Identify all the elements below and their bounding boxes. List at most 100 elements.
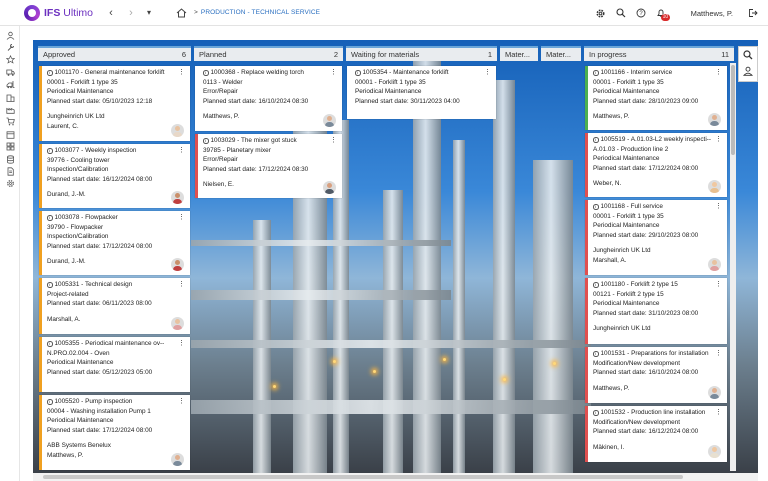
wrench-icon: [7, 44, 14, 51]
sidebar-item-transport[interactable]: [0, 79, 20, 91]
back-button[interactable]: ‹: [104, 7, 118, 19]
column-header-approved[interactable]: Approved 6: [38, 46, 191, 61]
settings-button[interactable]: [594, 6, 608, 20]
work-order-card[interactable]: i 1003078 - Flowpacker 39790 - Flowpacker…: [39, 211, 190, 275]
work-order-card[interactable]: i 1005520 - Pump inspection 00004 - Washi…: [39, 395, 190, 470]
info-icon[interactable]: i: [593, 410, 599, 416]
info-icon[interactable]: i: [203, 70, 209, 76]
info-icon[interactable]: i: [47, 70, 53, 76]
column-header-in-progress[interactable]: In progress 11: [584, 46, 734, 61]
history-dropdown[interactable]: ▾: [142, 8, 156, 17]
work-order-card[interactable]: i 1001168 - Full service 00001 - Forklift…: [585, 200, 727, 275]
sidebar-item-assets[interactable]: [0, 66, 20, 78]
card-line: 00001 - Forklift 1 type 35: [593, 78, 664, 86]
sidebar-item-persons[interactable]: [0, 29, 20, 41]
work-order-card[interactable]: i 1003077 - Weekly inspection 39776 - Coo…: [39, 144, 190, 208]
info-icon[interactable]: i: [593, 137, 599, 143]
info-icon[interactable]: i: [47, 399, 53, 405]
info-icon[interactable]: i: [47, 282, 53, 288]
forward-button[interactable]: ›: [124, 7, 138, 19]
info-icon[interactable]: i: [593, 351, 599, 357]
work-order-card[interactable]: i 1001531 - Preparations for installation…: [585, 347, 727, 403]
kebab-icon[interactable]: ⋮: [715, 69, 722, 76]
card-date: Planned start date: 17/12/2024 08:00: [593, 164, 699, 172]
kebab-icon[interactable]: ⋮: [330, 69, 337, 76]
work-order-card[interactable]: i 1005355 - Periodical maintenance ov-- N…: [39, 337, 190, 392]
work-order-card[interactable]: i 1001166 - Interim service 00001 - Forkl…: [585, 66, 727, 130]
work-order-card[interactable]: i 1001180 - Forklift 2 type 15 00121 - Fo…: [585, 278, 727, 344]
sidebar-item-factory[interactable]: [0, 103, 20, 115]
kebab-icon[interactable]: ⋮: [178, 398, 185, 405]
card-line: Error/Repair: [203, 156, 238, 164]
person-icon: [6, 31, 14, 40]
scrollbar-thumb[interactable]: [731, 65, 735, 155]
home-button[interactable]: [174, 7, 188, 19]
sidebar-item-database[interactable]: [0, 153, 20, 165]
kebab-icon[interactable]: ⋮: [178, 214, 185, 221]
work-order-card[interactable]: i 1001532 - Production line installation …: [585, 406, 727, 462]
logout-button[interactable]: [746, 6, 760, 20]
search-button[interactable]: [614, 6, 628, 20]
card-line: Periodical Maintenance: [47, 88, 114, 96]
info-icon[interactable]: i: [593, 204, 599, 210]
info-icon[interactable]: i: [47, 215, 53, 221]
work-order-card[interactable]: i 1005519 - A.01.03-L2 weekly inspecti-- …: [585, 133, 727, 197]
board-person-filter-button[interactable]: [739, 63, 757, 79]
vertical-scrollbar[interactable]: [730, 63, 736, 471]
work-order-card[interactable]: i 1001170 - General maintenance forklift …: [39, 66, 190, 141]
kebab-icon[interactable]: ⋮: [178, 281, 185, 288]
card-person: Matthews, P.: [203, 113, 240, 121]
sidebar-item-dashboard[interactable]: [0, 141, 20, 153]
kebab-icon[interactable]: ⋮: [178, 340, 185, 347]
kebab-icon[interactable]: ⋮: [484, 69, 491, 76]
sidebar-item-settings[interactable]: [0, 178, 20, 190]
user-menu[interactable]: Matthews, P.: [691, 9, 733, 18]
kebab-icon[interactable]: ⋮: [178, 147, 185, 154]
work-order-card[interactable]: i 1003029 - The mixer got stuck 39785 - P…: [195, 134, 342, 198]
column-header-materials-1[interactable]: Mater...: [500, 46, 538, 61]
info-icon[interactable]: i: [593, 282, 599, 288]
breadcrumb[interactable]: PRODUCTION - TECHNICAL SERVICE: [201, 9, 320, 16]
sidebar-item-tools[interactable]: [0, 41, 20, 53]
app-logo[interactable]: IFS Ultimo: [24, 4, 104, 21]
scrollbar-thumb[interactable]: [43, 475, 683, 479]
kebab-icon[interactable]: ⋮: [715, 136, 722, 143]
kebab-icon[interactable]: ⋮: [715, 409, 722, 416]
kebab-icon[interactable]: ⋮: [715, 203, 722, 210]
info-icon[interactable]: i: [47, 148, 53, 154]
column-header-waiting[interactable]: Waiting for materials 1: [346, 46, 497, 61]
kebab-icon[interactable]: ⋮: [178, 69, 185, 76]
kebab-icon[interactable]: ⋮: [715, 350, 722, 357]
horizontal-scrollbar[interactable]: [33, 473, 758, 481]
column-header-planned[interactable]: Planned 2: [194, 46, 343, 61]
info-icon[interactable]: i: [203, 138, 209, 144]
work-order-card[interactable]: i 1000368 - Replace welding torch 0113 - …: [195, 66, 342, 131]
card-line: Project-related: [47, 290, 89, 298]
help-button[interactable]: ?: [634, 6, 648, 20]
info-icon[interactable]: i: [355, 70, 361, 76]
sidebar-item-documents[interactable]: [0, 165, 20, 177]
building-icon: [6, 94, 14, 102]
card-id: 1001170: [54, 69, 79, 76]
kebab-icon[interactable]: ⋮: [330, 137, 337, 144]
sidebar-item-favorites[interactable]: [0, 54, 20, 66]
sidebar-item-calendar[interactable]: [0, 128, 20, 140]
board-search-button[interactable]: [739, 47, 757, 63]
notifications-button[interactable]: 10: [654, 6, 671, 21]
card-id: 1003078: [54, 214, 80, 221]
card-date: Planned start date: 16/12/2024 08:00: [47, 175, 153, 183]
search-icon: [616, 8, 626, 18]
column-title: Waiting for materials: [351, 50, 420, 59]
kebab-icon[interactable]: ⋮: [715, 281, 722, 288]
column-header-materials-2[interactable]: Mater...: [541, 46, 581, 61]
card-line: Periodical Maintenance: [47, 417, 114, 425]
sidebar-item-buildings[interactable]: [0, 91, 20, 103]
sidebar-item-cart[interactable]: [0, 116, 20, 128]
info-icon[interactable]: i: [47, 341, 53, 347]
work-order-card[interactable]: i 1005331 - Technical design Project-rela…: [39, 278, 190, 334]
card-line: Periodical Maintenance: [593, 88, 660, 96]
truck-icon: [5, 69, 15, 76]
info-icon[interactable]: i: [593, 70, 599, 76]
work-order-card[interactable]: i 1005354 - Maintenance forklift 00001 - …: [347, 66, 496, 119]
card-line: A.01.03 - Production line 2: [593, 145, 669, 153]
